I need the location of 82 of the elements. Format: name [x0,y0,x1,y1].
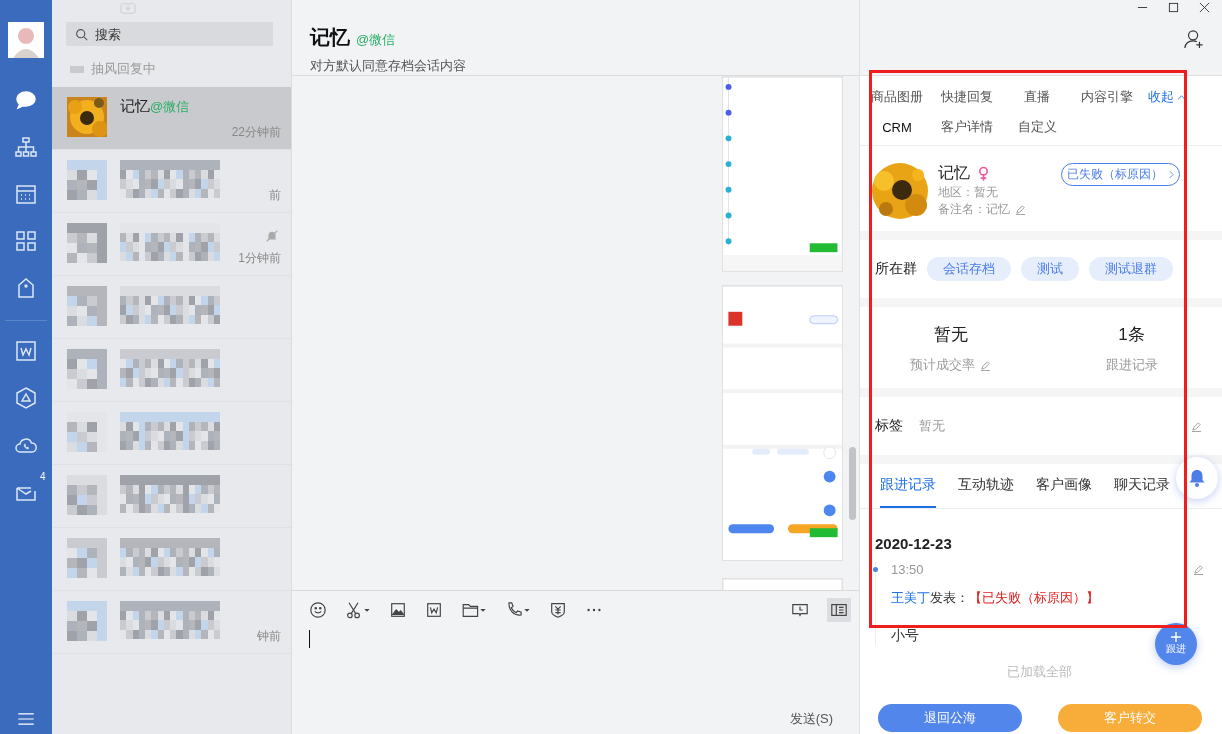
menu-icon[interactable] [17,713,35,725]
region-text: 地区：暂无 [938,184,999,201]
message-time: 钟前 [257,628,281,645]
folder-icon[interactable] [461,601,487,619]
stat-label: 预计成交率 [910,356,975,374]
side-panel-button[interactable] [827,598,851,622]
edit-icon[interactable] [1193,564,1204,575]
scrollbar-thumb[interactable] [849,447,856,520]
apps-grid-icon[interactable] [14,229,38,253]
remark-text: 备注名：记忆 [938,201,1010,218]
detail-tab[interactable]: 跟进记录 [880,464,936,508]
search-icon [75,28,88,41]
pixelated-avatar [67,223,107,263]
payment-icon[interactable] [549,601,567,619]
add-contact-icon[interactable] [1184,29,1204,49]
action-button[interactable]: 退回公海 [878,704,1022,732]
edit-icon[interactable] [1015,204,1026,215]
chevron-up-icon [1177,94,1186,100]
send-button[interactable]: 发送(S) [789,710,833,728]
customer-name: 记忆 [938,163,970,183]
image-icon[interactable] [389,601,407,619]
message-time: 22分钟前 [231,124,281,141]
contact-name: 记忆 [120,97,150,116]
detail-tab[interactable]: 互动轨迹 [958,464,1014,508]
source-label: @微信 [356,31,396,49]
bell-icon [1187,468,1207,488]
record-date: 2020-12-23 [875,535,953,552]
mute-icon [265,229,279,243]
calendar-icon[interactable] [14,182,38,206]
tool-tab[interactable]: 快捷回复 [941,88,993,106]
tags-label: 标签 [875,417,903,435]
tags-value: 暂无 [919,417,945,435]
unread-count: 4 [40,471,46,482]
pixelated-avatar [67,349,107,389]
record-text: 王美丁发表：【已失败（标原因）】 [891,589,1100,607]
edit-icon[interactable] [980,359,991,371]
cube-icon[interactable] [14,386,38,410]
tool-tab[interactable]: 直播 [1024,88,1050,106]
conversation-item[interactable]: 记忆@微信 22分钟前 [52,87,291,150]
pixelated-avatar [67,286,107,326]
tool-tab[interactable]: 自定义 [1017,118,1057,136]
collapse-button[interactable]: 收起 [1148,88,1186,106]
tool-tab[interactable]: CRM [882,118,912,136]
pixelated-avatar [67,538,107,578]
pixelated-avatar [67,475,107,515]
document-icon[interactable] [14,339,38,363]
screenshot-icon[interactable] [345,601,371,619]
side-panel-icon [830,601,848,619]
archive-notice: 对方默认同意存档会话内容 [310,57,467,75]
chat-icon[interactable] [14,88,38,112]
emoji-icon[interactable] [309,601,327,619]
typing-status: 抽风回复中 [91,60,156,78]
stat-label: 跟进记录 [1105,356,1158,374]
search-field[interactable]: 搜索 [66,22,273,46]
document-icon[interactable] [425,601,443,619]
maximize-icon[interactable] [1168,2,1179,13]
pixelated-avatar [67,160,107,200]
edit-icon[interactable] [1191,420,1202,432]
tool-tab[interactable]: 客户详情 [941,118,993,136]
plus-icon [1171,632,1181,642]
tool-tab[interactable]: 内容引擎 [1081,88,1133,106]
record-note: 小号 [891,627,919,645]
org-chart-icon[interactable] [14,135,38,159]
message-time: 1分钟前 [238,250,281,267]
record-time: 13:50 [891,562,924,577]
keyboard-icon [68,65,86,73]
chat-history-icon[interactable] [791,601,809,619]
message-time: 前 [269,187,281,204]
detail-tab[interactable]: 聊天记录 [1114,464,1170,508]
groups-label: 所在群 [875,260,917,278]
chevron-right-icon [1169,170,1174,179]
close-icon[interactable] [1199,2,1210,13]
phone-icon[interactable] [505,601,531,619]
detail-tab[interactable]: 客户画像 [1036,464,1092,508]
loaded-all-text: 已加载全部 [1007,663,1072,681]
tool-tab[interactable]: 商品图册 [871,88,923,106]
chat-title: 记忆 [310,25,350,50]
follow-up-button[interactable]: 跟进 [1155,623,1197,665]
pixelated-avatar [67,601,107,641]
stat-value: 1条 [1118,324,1145,346]
stat-value: 暂无 [933,324,968,346]
source-label: @微信 [150,98,190,116]
